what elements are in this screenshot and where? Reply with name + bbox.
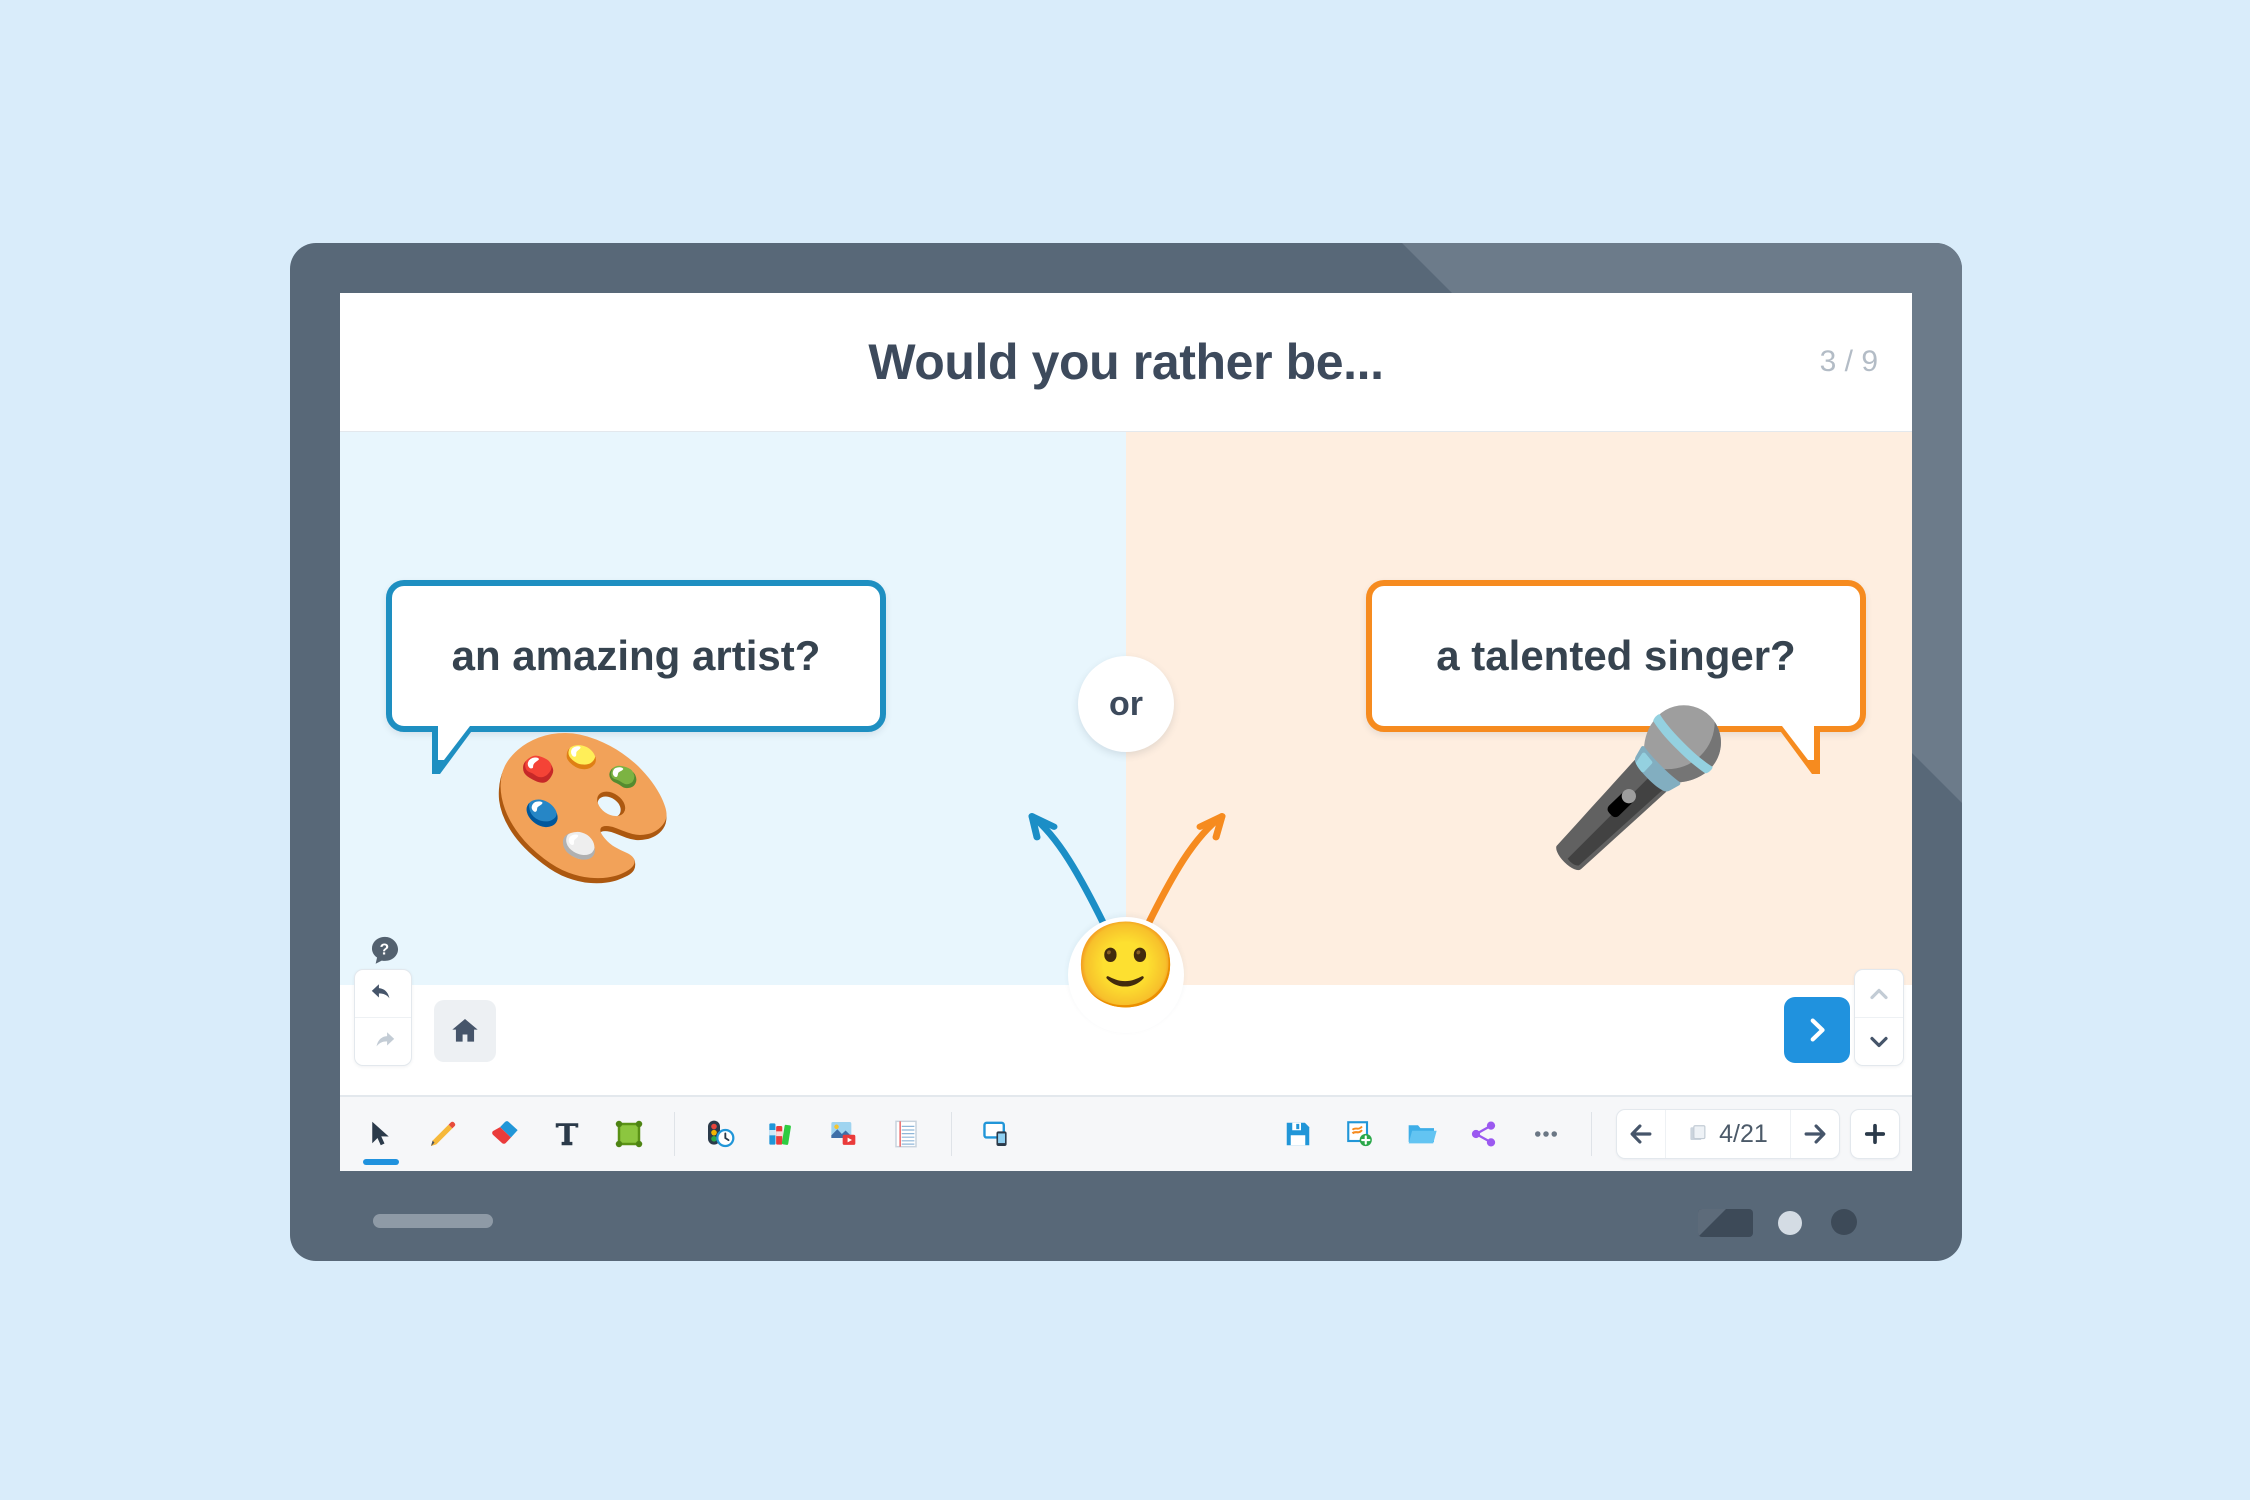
screen-share-icon bbox=[983, 1121, 1007, 1146]
tablet-camera-sensor bbox=[1698, 1209, 1753, 1237]
lined-paper-icon bbox=[895, 1120, 917, 1148]
option-panel-left[interactable]: an amazing artist? 🎨 bbox=[340, 432, 1126, 985]
tablet-button-dot bbox=[1831, 1209, 1857, 1235]
svg-text:?: ? bbox=[380, 942, 390, 959]
floppy-disk-icon bbox=[1286, 1122, 1310, 1146]
next-slide-button[interactable] bbox=[1784, 997, 1850, 1063]
cast-tool[interactable] bbox=[966, 1097, 1028, 1171]
page-title: Would you rather be... bbox=[868, 334, 1384, 390]
text-tool[interactable] bbox=[536, 1097, 598, 1171]
tablet-device-frame: Would you rather be... 3 / 9 an amazing … bbox=[290, 243, 1962, 1261]
traffic-light-timer-icon bbox=[708, 1120, 735, 1148]
more-button[interactable] bbox=[1515, 1097, 1577, 1171]
next-page-button[interactable] bbox=[1791, 1110, 1839, 1158]
option-left-text: an amazing artist? bbox=[451, 632, 821, 679]
paper-tool[interactable] bbox=[875, 1097, 937, 1171]
share-nodes-icon bbox=[1471, 1121, 1496, 1147]
redo-arrow-icon bbox=[376, 1031, 395, 1046]
arrow-left-icon bbox=[1630, 1124, 1652, 1144]
previous-page-button[interactable] bbox=[1617, 1110, 1665, 1158]
text-t-icon bbox=[555, 1123, 579, 1146]
save-button[interactable] bbox=[1267, 1097, 1329, 1171]
home-icon bbox=[452, 1019, 478, 1042]
microphone-emoji: 🎤 bbox=[1545, 703, 1732, 871]
shape-frame-icon bbox=[615, 1120, 643, 1148]
or-badge: or bbox=[1078, 656, 1174, 752]
arrow-right-icon bbox=[1804, 1124, 1826, 1144]
undo-arrow-icon bbox=[371, 983, 390, 998]
speech-bubble-left[interactable]: an amazing artist? bbox=[386, 580, 886, 774]
stacked-pages-icon bbox=[1690, 1125, 1706, 1141]
bottom-toolbar: 4/21 bbox=[340, 1096, 1912, 1171]
redo-button[interactable] bbox=[355, 1017, 411, 1065]
new-document-icon bbox=[1347, 1121, 1372, 1147]
page-navigation: 4/21 bbox=[1616, 1109, 1840, 1159]
tablet-speaker-bar bbox=[373, 1214, 493, 1228]
help-question-bubble-icon[interactable]: ? bbox=[368, 934, 402, 973]
canvas-scroll-group bbox=[1854, 969, 1904, 1066]
eraser-icon bbox=[492, 1121, 518, 1144]
select-tool[interactable] bbox=[350, 1097, 412, 1171]
classroom-tools[interactable] bbox=[689, 1097, 751, 1171]
artist-palette-emoji: 🎨 bbox=[481, 713, 686, 901]
slide-header: Would you rather be... 3 / 9 bbox=[340, 293, 1912, 432]
plus-icon bbox=[1864, 1123, 1886, 1145]
smiling-face-emoji: 🙂 bbox=[1073, 918, 1179, 1012]
ellipsis-icon bbox=[1535, 1131, 1557, 1137]
chevron-up-icon bbox=[1870, 988, 1888, 999]
undo-button[interactable] bbox=[355, 970, 411, 1017]
share-button[interactable] bbox=[1453, 1097, 1515, 1171]
add-page-button[interactable] bbox=[1850, 1109, 1900, 1159]
eraser-tool[interactable] bbox=[474, 1097, 536, 1171]
library-tool[interactable] bbox=[751, 1097, 813, 1171]
tablet-screen: Would you rather be... 3 / 9 an amazing … bbox=[340, 293, 1912, 1171]
page-count-label: 4/21 bbox=[1719, 1119, 1768, 1148]
toolbar-divider-3 bbox=[1591, 1112, 1592, 1156]
undo-redo-group bbox=[354, 969, 412, 1066]
scroll-up-button[interactable] bbox=[1855, 970, 1903, 1017]
cursor-arrow-icon bbox=[372, 1121, 389, 1146]
pen-tool[interactable] bbox=[412, 1097, 474, 1171]
open-folder-icon bbox=[1408, 1125, 1437, 1144]
slide-counter: 3 / 9 bbox=[1819, 345, 1878, 378]
new-button[interactable] bbox=[1329, 1097, 1391, 1171]
slide-canvas[interactable]: an amazing artist? 🎨 a talented singer? … bbox=[340, 432, 1912, 1033]
page-indicator[interactable]: 4/21 bbox=[1665, 1110, 1791, 1158]
chevron-down-icon bbox=[1870, 1036, 1888, 1047]
home-button[interactable] bbox=[434, 1000, 496, 1062]
option-panel-right[interactable]: a talented singer? 🎤 bbox=[1126, 432, 1912, 985]
pencil-icon bbox=[431, 1121, 456, 1146]
toolbar-divider-2 bbox=[951, 1112, 952, 1156]
chevron-right-icon bbox=[1810, 1018, 1825, 1042]
speech-bubble-tail-left bbox=[432, 726, 474, 774]
open-button[interactable] bbox=[1391, 1097, 1453, 1171]
image-video-icon bbox=[831, 1122, 856, 1145]
tablet-speaker-dot bbox=[1778, 1211, 1802, 1235]
speech-bubble-tail-right bbox=[1778, 726, 1820, 774]
books-icon bbox=[769, 1123, 791, 1145]
toolbar-divider-1 bbox=[674, 1112, 675, 1156]
toolbar-right-group: 4/21 bbox=[1267, 1097, 1912, 1171]
avatar[interactable]: 🙂 bbox=[1068, 917, 1184, 1033]
toolbar-left-group bbox=[340, 1097, 1028, 1171]
option-right-text: a talented singer? bbox=[1436, 632, 1796, 679]
shape-tool[interactable] bbox=[598, 1097, 660, 1171]
media-tool[interactable] bbox=[813, 1097, 875, 1171]
scroll-down-button[interactable] bbox=[1855, 1017, 1903, 1065]
